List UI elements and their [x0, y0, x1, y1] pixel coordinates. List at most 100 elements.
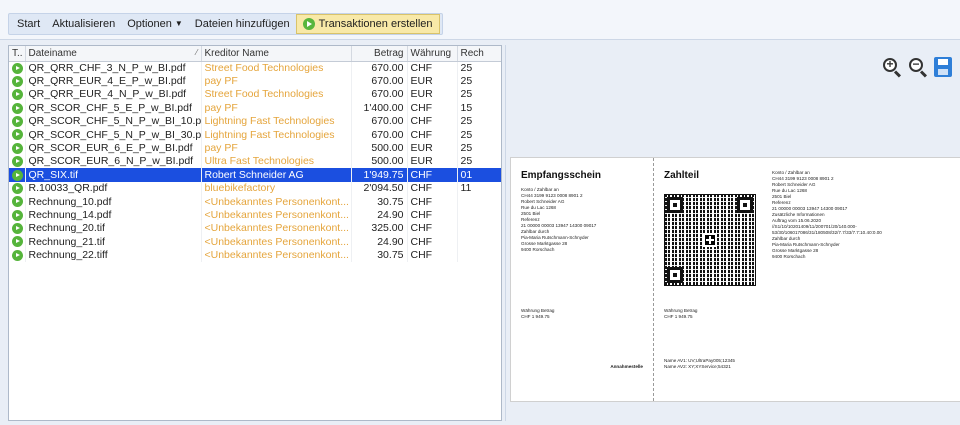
filename-cell: Rechnung_20.tif	[25, 221, 202, 236]
filename-cell: QR_SCOR_CHF_5_N_P_w_BI_30.pdf	[25, 127, 202, 142]
filename-cell: Rechnung_21.tif	[25, 235, 202, 249]
table-row[interactable]: Rechnung_22.tiff <Unbekanntes Personenkon…	[9, 248, 501, 262]
table-row[interactable]: QR_QRR_CHF_3_N_P_w_BI.pdf Street Food Tec…	[9, 61, 501, 75]
swiss-cross-icon	[703, 233, 717, 247]
filename-cell: QR_QRR_EUR_4_N_P_w_BI.pdf	[25, 87, 202, 102]
qr-code	[664, 194, 756, 286]
status-icon-cell	[9, 235, 26, 249]
rech-cell	[457, 221, 501, 236]
receipt-details: Konto / Zahlbar an CH44 3199 9123 0008 89…	[521, 187, 643, 253]
creditor-cell: bluebikefactory	[201, 181, 352, 195]
payment-amount-line: CHF 1 949.75	[664, 314, 693, 319]
amount-cell: 2'094.50	[351, 181, 408, 195]
table-row[interactable]: R.10033_QR.pdf bluebikefactory 2'094.50 CHF…	[9, 181, 501, 195]
status-icon-cell	[9, 141, 26, 155]
creditor-cell: <Unbekanntes Personenkont...	[201, 208, 352, 222]
play-status-icon	[12, 169, 23, 181]
rech-cell: 25	[457, 154, 501, 169]
play-status-icon	[12, 236, 23, 248]
add-files-button[interactable]: Dateien hinzufügen	[189, 14, 296, 34]
creditor-cell: Lightning Fast Technologies	[201, 127, 352, 142]
column-header-type[interactable]: T..	[9, 46, 26, 62]
creditor-cell: pay PF	[201, 101, 352, 115]
column-header-filename-label: Dateiname	[28, 47, 77, 59]
start-tab[interactable]: Start	[11, 14, 46, 34]
filename-cell: Rechnung_22.tiff	[25, 248, 202, 262]
play-status-icon	[12, 156, 23, 168]
currency-cell: CHF	[407, 235, 458, 249]
play-status-icon	[12, 75, 23, 87]
filename-cell: Rechnung_10.pdf	[25, 194, 202, 209]
rech-cell: 25	[457, 114, 501, 128]
currency-cell: CHF	[407, 127, 458, 142]
amount-cell: 670.00	[351, 87, 408, 102]
rech-cell	[457, 248, 501, 262]
sort-icon: ⁄	[196, 47, 198, 57]
status-icon-cell	[9, 87, 26, 102]
table-row[interactable]: QR_SIX.tif Robert Schneider AG 1'949.75 CHF…	[9, 168, 501, 182]
rech-cell: 25	[457, 141, 501, 155]
creditor-cell: <Unbekanntes Personenkont...	[201, 235, 352, 249]
status-icon-cell	[9, 61, 26, 75]
rech-cell: 25	[457, 127, 501, 142]
status-icon-cell	[9, 248, 26, 262]
play-status-icon	[12, 129, 23, 141]
status-icon-cell	[9, 74, 26, 88]
column-header-creditor[interactable]: Kreditor Name	[201, 46, 352, 62]
currency-cell: EUR	[407, 74, 458, 88]
rech-cell: 25	[457, 87, 501, 102]
create-transactions-button[interactable]: Transaktionen erstellen	[295, 14, 440, 34]
amount-cell: 1'949.75	[351, 168, 408, 182]
table-row[interactable]: QR_SCOR_CHF_5_E_P_w_BI.pdf pay PF 1'400.00…	[9, 101, 501, 115]
filename-cell: QR_QRR_EUR_4_E_P_w_BI.pdf	[25, 74, 202, 88]
currency-cell: CHF	[407, 114, 458, 128]
table-row[interactable]: QR_SCOR_CHF_5_N_P_w_BI_30.pdf Lightning F…	[9, 127, 501, 142]
table-row[interactable]: QR_QRR_EUR_4_N_P_w_BI.pdf Street Food Tec…	[9, 87, 501, 102]
creditor-cell: pay PF	[201, 74, 352, 88]
table-row[interactable]: Rechnung_10.pdf <Unbekanntes Personenkont…	[9, 194, 501, 209]
table-row[interactable]: QR_SCOR_CHF_5_N_P_w_BI_10.pdf Lightning F…	[9, 114, 501, 128]
status-icon-cell	[9, 194, 26, 209]
table-row[interactable]: QR_SCOR_EUR_6_N_P_w_BI.pdf Ultra Fast Tec…	[9, 154, 501, 169]
status-icon-cell	[9, 221, 26, 236]
creditor-cell: Robert Schneider AG	[201, 168, 352, 182]
zoom-out-icon[interactable]: −	[908, 57, 928, 78]
amount-cell: 500.00	[351, 154, 408, 169]
amount-cell: 24.90	[351, 235, 408, 249]
filename-cell: Rechnung_14.pdf	[25, 208, 202, 222]
column-header-filename[interactable]: Dateiname ⁄	[25, 46, 202, 62]
amount-cell: 24.90	[351, 208, 408, 222]
rech-cell: 15	[457, 101, 501, 115]
column-header-amount[interactable]: Betrag	[351, 46, 408, 62]
refresh-button[interactable]: Aktualisieren	[46, 14, 121, 34]
amount-cell: 670.00	[351, 127, 408, 142]
column-header-currency[interactable]: Währung	[407, 46, 458, 62]
create-transactions-label: Transaktionen erstellen	[318, 18, 433, 30]
preview-toolbar: + −	[882, 57, 952, 78]
rech-cell	[457, 208, 501, 222]
table-row[interactable]: Rechnung_14.pdf <Unbekanntes Personenkont…	[9, 208, 501, 222]
toolbar: Start Aktualisieren Optionen ▼ Dateien hi…	[0, 0, 960, 40]
creditor-cell: <Unbekanntes Personenkont...	[201, 248, 352, 262]
options-dropdown[interactable]: Optionen ▼	[121, 14, 189, 34]
currency-cell: CHF	[407, 194, 458, 209]
table-row[interactable]: Rechnung_21.tif <Unbekanntes Personenkont…	[9, 235, 501, 249]
column-header-rech[interactable]: Rech	[457, 46, 501, 62]
document-grid[interactable]: T.. Dateiname ⁄ Kreditor Name Betrag Währ…	[8, 45, 502, 421]
amount-cell: 30.75	[351, 194, 408, 209]
play-status-icon	[12, 223, 23, 235]
zoom-in-icon[interactable]: +	[882, 57, 902, 78]
table-row[interactable]: QR_SCOR_EUR_6_E_P_w_BI.pdf pay PF 500.00 EU…	[9, 141, 501, 155]
table-row[interactable]: Rechnung_20.tif <Unbekanntes Personenkont…	[9, 221, 501, 236]
acceptance-point-label: Annahmestelle	[610, 364, 643, 369]
status-icon-cell	[9, 154, 26, 169]
currency-cell: CHF	[407, 101, 458, 115]
receipt-amount: Währung Betrag CHF 1 949.75	[521, 308, 554, 320]
amount-cell: 670.00	[351, 114, 408, 128]
play-icon	[302, 18, 315, 30]
table-row[interactable]: QR_QRR_EUR_4_E_P_w_BI.pdf pay PF 670.00 EUR…	[9, 74, 501, 88]
av-line: Name AV2: XY;XYService;54321	[664, 364, 731, 369]
receipt-amount-line: CHF 1 949.75	[521, 314, 550, 319]
save-icon[interactable]	[934, 57, 952, 77]
payment-amount: Währung Betrag CHF 1 949.75	[664, 308, 697, 320]
